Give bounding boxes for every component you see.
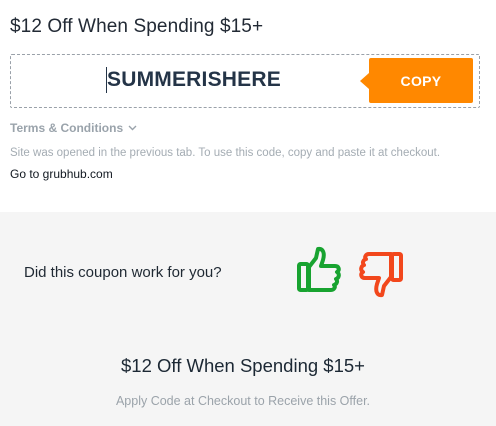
goto-site-link[interactable]: Go to grubhub.com	[10, 167, 113, 181]
chevron-down-icon	[128, 125, 137, 131]
offer-title: $12 Off When Spending $15+	[121, 355, 365, 376]
terms-label: Terms & Conditions	[10, 121, 124, 135]
feedback-panel: Did this coupon work for you? $12 Off Wh…	[0, 212, 496, 426]
thumbs-down-icon[interactable]	[358, 250, 404, 298]
offer-subtitle: Apply Code at Checkout to Receive this O…	[115, 394, 371, 408]
coupon-code-box[interactable]: SUMMERISHERE COPY	[10, 54, 480, 108]
coupon-code[interactable]: SUMMERISHERE	[107, 68, 281, 92]
terms-toggle[interactable]: Terms & Conditions	[10, 121, 137, 135]
instructions-note: Site was opened in the previous tab. To …	[10, 147, 441, 159]
copy-button[interactable]: COPY	[369, 58, 473, 103]
coupon-title: $12 Off When Spending $15+	[10, 16, 264, 37]
thumbs-up-icon[interactable]	[296, 246, 342, 294]
copy-button-notch	[360, 73, 369, 89]
feedback-question: Did this coupon work for you?	[24, 264, 222, 281]
